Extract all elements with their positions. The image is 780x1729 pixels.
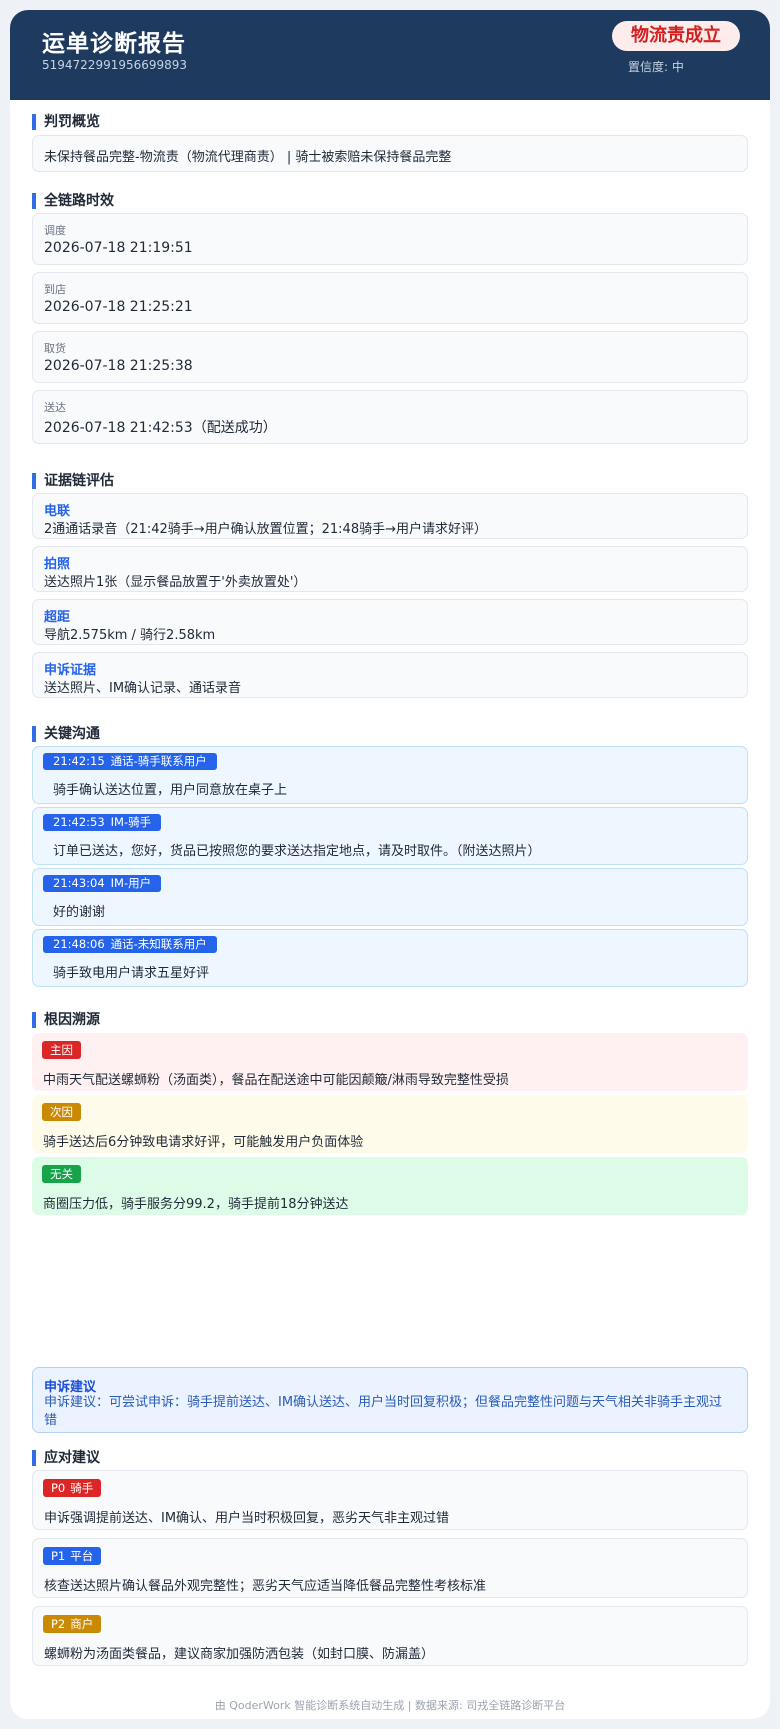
evidence-value: 导航2.575km / 骑行2.58km	[44, 628, 216, 643]
timeline-item: 取货 2026-07-18 21:25:38	[32, 331, 748, 383]
timeline-value: 2026-07-18 21:25:38	[44, 358, 193, 374]
evidence-key: 申诉证据	[44, 663, 97, 678]
priority-tag: P1 平台	[43, 1547, 102, 1565]
evidence-item: 电联 2通通话录音（21:42骑手→用户确认放置位置；21:48骑手→用户请求好…	[32, 493, 748, 539]
priority-role: 商户	[70, 1617, 94, 1631]
action-item: P1 平台 核查送达照片确认餐品外观完整性；恶劣天气应适当降低餐品完整性考核标准	[32, 1538, 748, 1598]
section-title-penalty: 判罚概览	[32, 114, 100, 130]
timeline-label: 调度	[44, 224, 66, 237]
priority-level: P1	[51, 1549, 66, 1563]
priority-role: 骑手	[70, 1481, 94, 1495]
communication-time: 21:48:06	[53, 937, 105, 951]
priority-tag: P2 商户	[43, 1615, 102, 1633]
action-text: 申诉强调提前送达、IM确认、用户当时积极回复，恶劣天气非主观过错	[44, 1511, 450, 1526]
priority-role: 平台	[70, 1549, 94, 1563]
action-item: P2 商户 螺蛳粉为汤面类餐品，建议商家加强防洒包装（如封口膜、防漏盖）	[32, 1606, 748, 1666]
communication-type: IM-骑手	[110, 815, 152, 829]
verdict-badge: 物流责成立	[612, 21, 740, 51]
evidence-key: 拍照	[44, 557, 71, 572]
timeline-label: 取货	[44, 342, 66, 355]
priority-level: P0	[51, 1481, 66, 1495]
communication-type: 通话-骑手联系用户	[110, 754, 207, 768]
footer-note: 由 QoderWork 智能诊断系统自动生成 | 数据来源: 司戎全链路诊断平台	[214, 1699, 566, 1712]
communication-item: 21:42:15 通话-骑手联系用户 骑手确认送达位置，用户同意放在桌子上	[32, 746, 748, 804]
communication-text: 骑手确认送达位置，用户同意放在桌子上	[53, 783, 288, 798]
action-item: P0 骑手 申诉强调提前送达、IM确认、用户当时积极回复，恶劣天气非主观过错	[32, 1470, 748, 1530]
evidence-item: 拍照 送达照片1张（显示餐品放置于'外卖放置处'）	[32, 546, 748, 592]
appeal-text: 申诉建议：可尝试申诉：骑手提前送达、IM确认送达、用户当时回复积极；但餐品完整性…	[44, 1395, 723, 1428]
section-title-evidence: 证据链评估	[32, 473, 114, 489]
cause-text: 商圈压力低，骑手服务分99.2，骑手提前18分钟送达	[43, 1197, 349, 1212]
evidence-key: 超距	[44, 610, 71, 625]
communication-item: 21:43:04 IM-用户 好的谢谢	[32, 868, 748, 926]
timeline-item: 到店 2026-07-18 21:25:21	[32, 272, 748, 324]
communication-type: IM-用户	[110, 876, 152, 890]
action-text: 核查送达照片确认餐品外观完整性；恶劣天气应适当降低餐品完整性考核标准	[44, 1579, 487, 1594]
priority-level: P2	[51, 1617, 66, 1631]
communication-type: 通话-未知联系用户	[110, 937, 207, 951]
timeline-item: 调度 2026-07-18 21:19:51	[32, 213, 748, 265]
report-card: 运单诊断报告 5194722991956699893 物流责成立 置信度: 中 …	[10, 10, 770, 1719]
evidence-value: 2通通话录音（21:42骑手→用户确认放置位置；21:48骑手→用户请求好评）	[44, 522, 487, 537]
communication-time: 21:43:04	[53, 876, 105, 890]
action-text: 螺蛳粉为汤面类餐品，建议商家加强防洒包装（如封口膜、防漏盖）	[44, 1647, 435, 1662]
appeal-title: 申诉建议	[44, 1380, 97, 1395]
page-title: 运单诊断报告	[42, 31, 186, 57]
communication-tag: 21:43:04 IM-用户	[43, 875, 162, 892]
evidence-value: 送达照片1张（显示餐品放置于'外卖放置处'）	[44, 575, 307, 590]
cause-tag: 次因	[42, 1103, 81, 1121]
communication-tag: 21:48:06 通话-未知联系用户	[43, 936, 217, 953]
timeline-value: 2026-07-18 21:25:21	[44, 299, 193, 315]
cause-tag: 无关	[42, 1165, 81, 1183]
timeline-label: 送达	[44, 401, 66, 414]
timeline-label: 到店	[44, 283, 66, 296]
evidence-value: 送达照片、IM确认记录、通话录音	[44, 681, 242, 696]
communication-item: 21:48:06 通话-未知联系用户 骑手致电用户请求五星好评	[32, 929, 748, 987]
evidence-item: 超距 导航2.575km / 骑行2.58km	[32, 599, 748, 645]
report-header: 运单诊断报告 5194722991956699893 物流责成立 置信度: 中	[10, 10, 770, 100]
confidence-level: 置信度: 中	[628, 60, 684, 74]
order-id: 5194722991956699893	[42, 58, 188, 72]
timeline-item: 送达 2026-07-18 21:42:53（配送成功）	[32, 390, 748, 444]
communication-time: 21:42:53	[53, 815, 105, 829]
communication-text: 订单已送达，您好，货品已按照您的要求送达指定地点，请及时取件。（附送达照片）	[53, 844, 541, 859]
penalty-text: 未保持餐品完整-物流责（物流代理商责） | 骑士被索赔未保持餐品完整	[44, 150, 452, 165]
section-title-communication: 关键沟通	[32, 726, 100, 742]
root-cause-unrelated: 无关 商圈压力低，骑手服务分99.2，骑手提前18分钟送达	[32, 1157, 748, 1215]
appeal-suggestion: 申诉建议 申诉建议：可尝试申诉：骑手提前送达、IM确认送达、用户当时回复积极；但…	[32, 1367, 748, 1433]
communication-item: 21:42:53 IM-骑手 订单已送达，您好，货品已按照您的要求送达指定地点，请…	[32, 807, 748, 865]
cause-tag: 主因	[42, 1041, 81, 1059]
section-title-actions: 应对建议	[32, 1450, 100, 1466]
communication-time: 21:42:15	[53, 754, 105, 768]
root-cause-secondary: 次因 骑手送达后6分钟致电请求好评，可能触发用户负面体验	[32, 1095, 748, 1153]
communication-tag: 21:42:53 IM-骑手	[43, 814, 162, 831]
evidence-item: 申诉证据 送达照片、IM确认记录、通话录音	[32, 652, 748, 698]
evidence-key: 电联	[44, 504, 71, 519]
priority-tag: P0 骑手	[43, 1479, 102, 1497]
penalty-summary: 未保持餐品完整-物流责（物流代理商责） | 骑士被索赔未保持餐品完整	[32, 135, 748, 172]
root-cause-primary: 主因 中雨天气配送螺蛳粉（汤面类），餐品在配送途中可能因颠簸/淋雨导致完整性受损	[32, 1033, 748, 1091]
cause-text: 中雨天气配送螺蛳粉（汤面类），餐品在配送途中可能因颠簸/淋雨导致完整性受损	[43, 1073, 509, 1088]
section-title-root-cause: 根因溯源	[32, 1012, 100, 1028]
communication-text: 骑手致电用户请求五星好评	[53, 966, 210, 981]
timeline-value: 2026-07-18 21:19:51	[44, 240, 193, 256]
communication-text: 好的谢谢	[53, 905, 106, 920]
timeline-value: 2026-07-18 21:42:53（配送成功）	[44, 420, 277, 436]
cause-text: 骑手送达后6分钟致电请求好评，可能触发用户负面体验	[43, 1135, 364, 1150]
section-title-timeline: 全链路时效	[32, 193, 114, 209]
communication-tag: 21:42:15 通话-骑手联系用户	[43, 753, 217, 770]
